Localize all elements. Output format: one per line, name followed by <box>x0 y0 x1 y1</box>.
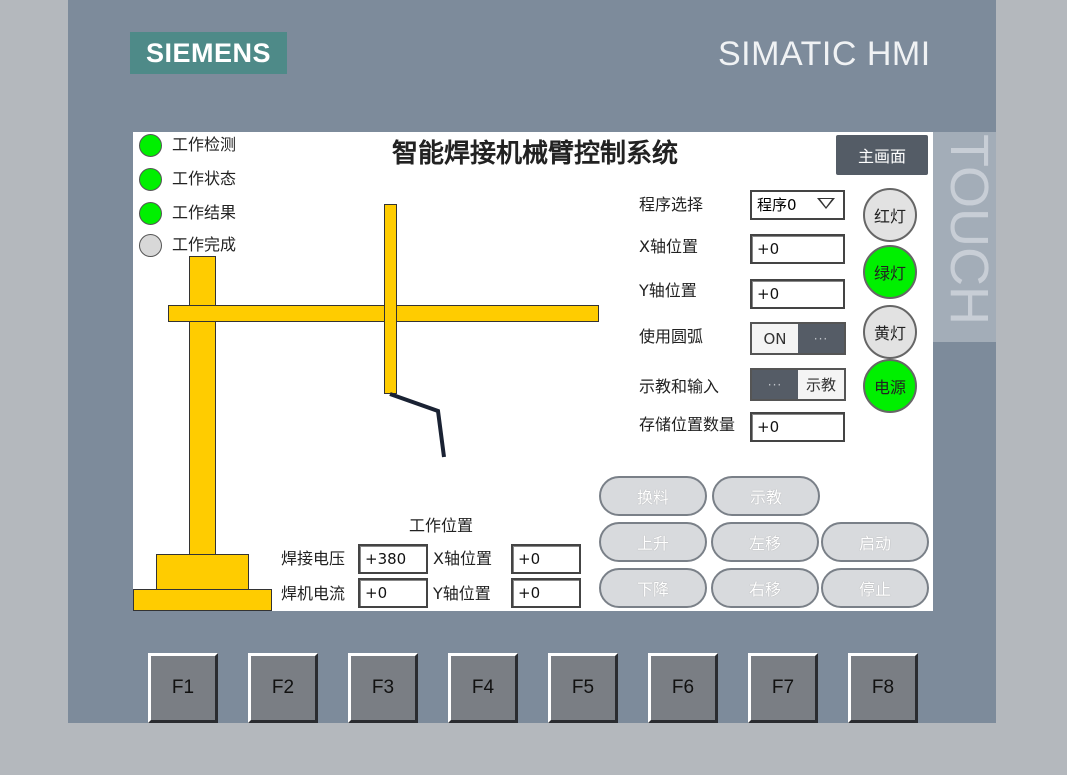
chevron-down-icon <box>817 198 835 209</box>
y-position-label: Y轴位置 <box>639 281 697 300</box>
status-label: 工作完成 <box>172 235 237 254</box>
teach-input-label: 示教和输入 <box>639 377 720 396</box>
work-position-title: 工作位置 <box>409 516 474 535</box>
program-select-dropdown[interactable]: 程序0 <box>750 190 845 220</box>
use-arc-switch[interactable]: ON ··· <box>750 322 846 355</box>
function-key-f5[interactable]: F5 <box>548 653 618 723</box>
siemens-logo: SIEMENS <box>130 32 287 74</box>
status-led-icon <box>139 133 162 157</box>
status-label: 工作结果 <box>172 203 237 222</box>
arm-slider <box>384 204 397 394</box>
x-position-label: X轴位置 <box>639 237 698 256</box>
function-key-f8[interactable]: F8 <box>848 653 918 723</box>
switch-state-text: 示教 <box>798 370 844 399</box>
switch-handle: ··· <box>798 324 844 353</box>
function-key-f1[interactable]: F1 <box>148 653 218 723</box>
weld-voltage-label: 焊接电压 <box>281 549 346 568</box>
status-led-icon <box>139 201 162 225</box>
y-position-field[interactable]: +0 <box>750 279 845 309</box>
touch-label: TOUCH <box>939 134 999 326</box>
arm-base-lower <box>133 589 272 611</box>
status-label: 工作状态 <box>172 169 237 188</box>
simatic-hmi-label: SIMATIC HMI <box>718 35 931 73</box>
right-move-button[interactable]: 右移 <box>711 568 819 608</box>
red-lamp: 红灯 <box>863 188 917 242</box>
status-work-detect: 工作检测 <box>139 132 236 158</box>
work-x-label: X轴位置 <box>433 549 492 568</box>
function-key-f4[interactable]: F4 <box>448 653 518 723</box>
function-key-f6[interactable]: F6 <box>648 653 718 723</box>
stored-count-field[interactable]: +0 <box>750 412 845 442</box>
program-select-value: 程序0 <box>757 196 797 214</box>
teach-input-switch[interactable]: ··· 示教 <box>750 368 846 401</box>
main-screen-button[interactable]: 主画面 <box>836 135 928 175</box>
weld-current-label: 焊机电流 <box>281 584 346 603</box>
hmi-screen: 工作检测 工作状态 工作结果 工作完成 智能焊接机械臂控制系统 主画面 程序选择… <box>133 132 933 611</box>
program-select-label: 程序选择 <box>639 195 704 214</box>
status-work-state: 工作状态 <box>139 166 236 192</box>
status-work-complete: 工作完成 <box>139 232 236 258</box>
welding-torch-icon <box>389 392 446 458</box>
work-y-label: Y轴位置 <box>433 584 491 603</box>
up-button[interactable]: 上升 <box>599 522 707 562</box>
power-lamp: 电源 <box>863 359 917 413</box>
weld-current-field[interactable]: +0 <box>358 578 428 608</box>
stop-button[interactable]: 停止 <box>821 568 929 608</box>
switch-handle: ··· <box>752 370 798 399</box>
change-material-button[interactable]: 换料 <box>599 476 707 516</box>
arm-column <box>189 256 216 556</box>
arm-base-upper <box>156 554 249 590</box>
teach-button[interactable]: 示教 <box>712 476 820 516</box>
down-button[interactable]: 下降 <box>599 568 707 608</box>
status-label: 工作检测 <box>172 135 237 154</box>
status-led-icon <box>139 167 162 191</box>
function-key-f3[interactable]: F3 <box>348 653 418 723</box>
page-title: 智能焊接机械臂控制系统 <box>391 139 678 169</box>
use-arc-label: 使用圆弧 <box>639 327 704 346</box>
start-button[interactable]: 启动 <box>821 522 929 562</box>
x-position-field[interactable]: +0 <box>750 234 845 264</box>
status-led-icon <box>139 233 162 257</box>
work-x-field[interactable]: +0 <box>511 544 581 574</box>
work-y-field[interactable]: +0 <box>511 578 581 608</box>
weld-voltage-field[interactable]: +380 <box>358 544 428 574</box>
stored-count-label: 存储位置数量 <box>639 415 736 434</box>
function-key-f7[interactable]: F7 <box>748 653 818 723</box>
left-move-button[interactable]: 左移 <box>711 522 819 562</box>
status-work-result: 工作结果 <box>139 200 236 226</box>
yellow-lamp: 黄灯 <box>863 305 917 359</box>
function-key-f2[interactable]: F2 <box>248 653 318 723</box>
green-lamp: 绿灯 <box>863 245 917 299</box>
switch-on-text: ON <box>752 324 798 353</box>
